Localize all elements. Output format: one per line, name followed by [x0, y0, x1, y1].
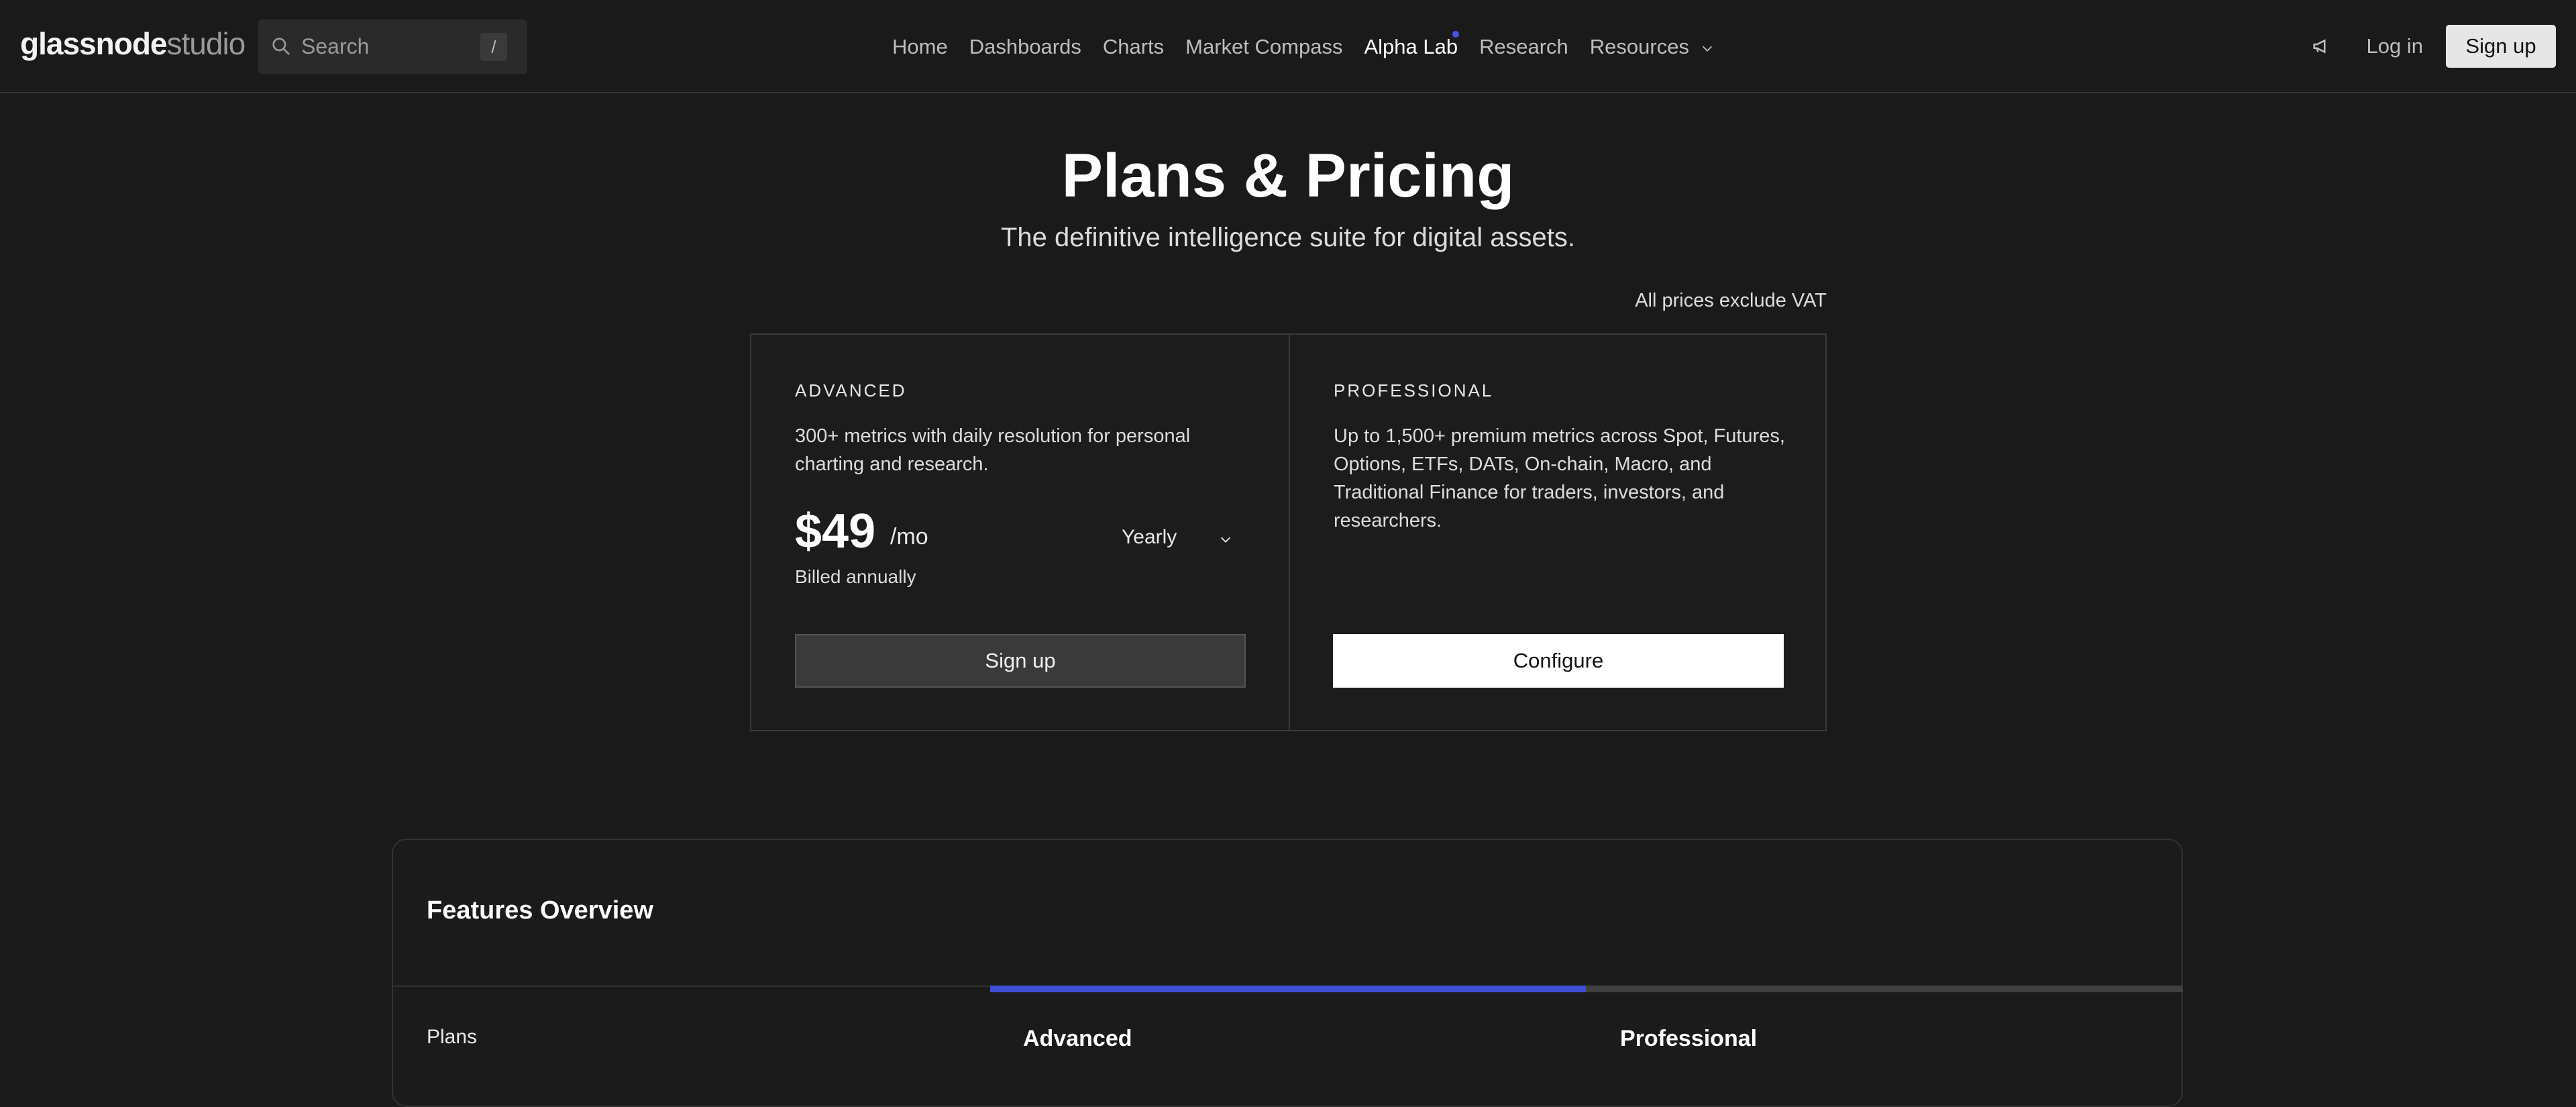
plan-advanced-price-unit: /mo: [890, 524, 928, 549]
main-nav: Home Dashboards Charts Market Compass Al…: [892, 31, 1736, 63]
page-subtitle: The definitive intelligence suite for di…: [1000, 223, 1575, 252]
top-navigation-bar: glassnode studio Search / Home Dashboards…: [0, 0, 2576, 93]
nav-alpha-lab-label: Alpha Lab: [1364, 35, 1458, 58]
nav-resources[interactable]: Resources: [1590, 35, 1715, 59]
features-column-professional[interactable]: Professional: [1620, 1026, 1757, 1052]
plan-professional-description: Up to 1,500+ premium metrics across Spot…: [1334, 425, 1785, 531]
nav-resources-label: Resources: [1589, 35, 1689, 58]
search-box[interactable]: Search /: [258, 19, 527, 74]
logo-primary-text: glassnode: [20, 26, 168, 61]
nav-alpha-lab[interactable]: Alpha Lab: [1364, 31, 1460, 59]
nav-dashboards[interactable]: Dashboards: [969, 35, 1081, 59]
page-title: Plans & Pricing: [1061, 142, 1515, 210]
megaphone-icon[interactable]: [2310, 35, 2333, 58]
glassnode-studio-logo[interactable]: glassnode studio: [20, 25, 246, 67]
nav-market-compass[interactable]: Market Compass: [1185, 35, 1342, 59]
configure-button[interactable]: Configure: [1333, 634, 1784, 688]
advanced-signup-button[interactable]: Sign up: [795, 634, 1246, 688]
features-title: Features Overview: [427, 896, 653, 925]
plan-advanced-label: ADVANCED: [795, 380, 907, 401]
vat-note: All prices exclude VAT: [1635, 290, 1827, 311]
plans-card: ADVANCED 300+ metrics with daily resolut…: [750, 333, 1827, 731]
search-icon: [272, 38, 290, 55]
plan-professional: PROFESSIONAL Up to 1,500+ premium metric…: [1290, 335, 1827, 730]
plan-advanced-description: 300+ metrics with daily resolution for p…: [795, 425, 1191, 475]
plan-advanced: ADVANCED 300+ metrics with daily resolut…: [751, 335, 1289, 730]
new-indicator-dot: [1452, 31, 1460, 38]
header-signup-button[interactable]: Sign up: [2446, 25, 2556, 68]
logo-secondary-text: studio: [166, 26, 246, 61]
login-link[interactable]: Log in: [2367, 34, 2423, 58]
plan-professional-label: PROFESSIONAL: [1334, 380, 1494, 401]
nav-research[interactable]: Research: [1479, 35, 1568, 59]
features-overview-panel: Features Overview Plans Advanced Profess…: [392, 839, 2183, 1107]
billing-note: Billed annually: [795, 566, 916, 587]
chevron-down-icon[interactable]: [1218, 532, 1233, 547]
plan-advanced-price: $49: [795, 505, 876, 558]
plan-tab-active-indicator: [990, 986, 1586, 992]
chevron-down-icon: [1702, 46, 1713, 52]
features-row-label: Plans: [427, 1026, 478, 1048]
search-shortcut-key: /: [480, 33, 507, 61]
search-placeholder: Search: [301, 34, 370, 58]
nav-home[interactable]: Home: [892, 35, 948, 59]
billing-period-select[interactable]: Yearly: [1122, 526, 1177, 549]
features-column-advanced[interactable]: Advanced: [1023, 1026, 1132, 1052]
header-actions: Log in Sign up: [2310, 24, 2556, 68]
nav-charts[interactable]: Charts: [1103, 35, 1164, 59]
